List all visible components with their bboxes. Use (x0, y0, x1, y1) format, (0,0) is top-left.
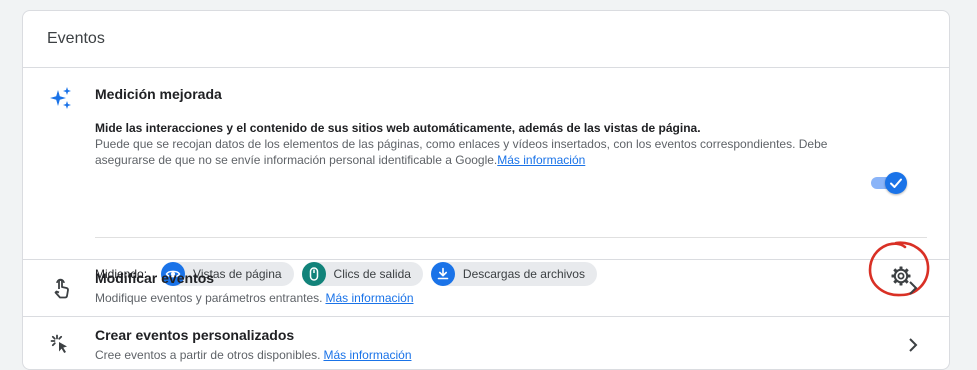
modify-events-row[interactable]: Modificar eventos Modifique eventos y pa… (23, 260, 949, 317)
events-card: Eventos Medición mejorada Mide las inter… (22, 10, 950, 370)
row-subtitle-text: Modifique eventos y parámetros entrantes… (95, 291, 323, 305)
description-body: Puede que se recojan datos de los elemen… (95, 137, 828, 167)
chevron-right-icon (909, 281, 918, 295)
enhanced-measurement-description: Mide las interacciones y el contenido de… (95, 120, 865, 168)
row-subtitle: Cree eventos a partir de otros disponibl… (95, 348, 412, 362)
click-icon (50, 334, 67, 353)
create-custom-events-row[interactable]: Crear eventos personalizados Cree evento… (23, 317, 949, 369)
divider (95, 237, 927, 238)
enhanced-measurement-title: Medición mejorada (95, 86, 222, 102)
more-info-link[interactable]: Más información (497, 153, 585, 167)
check-icon (890, 178, 902, 188)
more-info-link[interactable]: Más información (325, 291, 413, 305)
card-title: Eventos (23, 11, 949, 68)
touch-icon (54, 278, 69, 299)
chevron-right-icon (909, 338, 918, 352)
row-title: Modificar eventos (95, 270, 215, 286)
row-subtitle: Modifique eventos y parámetros entrantes… (95, 291, 414, 305)
row-subtitle-text: Cree eventos a partir de otros disponibl… (95, 348, 321, 362)
toggle-knob (885, 172, 907, 194)
sparkle-icon (50, 87, 71, 109)
enhanced-measurement-section: Medición mejorada Mide las interacciones… (23, 68, 949, 297)
description-lead: Mide las interacciones y el contenido de… (95, 121, 701, 135)
enhanced-measurement-toggle[interactable] (871, 172, 907, 194)
more-info-link[interactable]: Más información (323, 348, 411, 362)
row-title: Crear eventos personalizados (95, 327, 295, 343)
